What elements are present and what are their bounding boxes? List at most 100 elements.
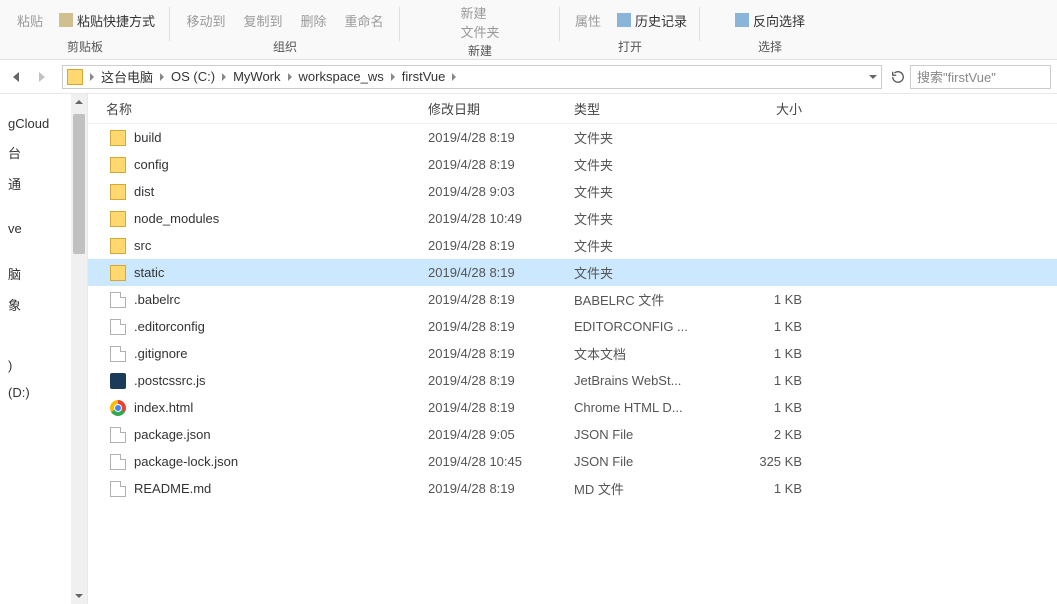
file-name: package.json (134, 427, 211, 442)
file-type: 文件夹 (564, 128, 712, 147)
folder-icon (110, 238, 126, 254)
sidebar: gCloud台通ve脑象)(D:) (0, 94, 88, 604)
breadcrumb-chevron[interactable] (219, 69, 229, 84)
breadcrumb-chevron[interactable] (87, 69, 97, 84)
file-size: 325 KB (712, 454, 812, 469)
new-folder-button[interactable]: 新建 文件夹 (454, 1, 505, 43)
table-row[interactable]: index.html2019/4/28 8:19Chrome HTML D...… (88, 394, 1057, 421)
file-icon (110, 319, 126, 335)
table-row[interactable]: build2019/4/28 8:19文件夹 (88, 124, 1057, 151)
rename-button[interactable]: 重命名 (339, 9, 390, 32)
file-type: 文件夹 (564, 182, 712, 201)
file-name: .postcssrc.js (134, 373, 206, 388)
paste-button[interactable]: 粘贴 (11, 9, 49, 32)
paste-shortcut-button[interactable]: 粘贴快捷方式 (55, 10, 159, 31)
refresh-icon (891, 70, 905, 84)
table-row[interactable]: src2019/4/28 8:19文件夹 (88, 232, 1057, 259)
file-type: 文本文档 (564, 344, 712, 363)
table-row[interactable]: dist2019/4/28 9:03文件夹 (88, 178, 1057, 205)
breadcrumb-segment[interactable]: OS (C:) (167, 69, 219, 84)
table-row[interactable]: static2019/4/28 8:19文件夹 (88, 259, 1057, 286)
folder-icon (110, 130, 126, 146)
scrollbar-thumb[interactable] (73, 114, 85, 254)
address-dropdown-icon[interactable] (869, 75, 877, 79)
folder-icon (110, 184, 126, 200)
file-type: 文件夹 (564, 155, 712, 174)
breadcrumb-chevron[interactable] (388, 69, 398, 84)
forward-button[interactable] (30, 65, 54, 89)
table-row[interactable]: config2019/4/28 8:19文件夹 (88, 151, 1057, 178)
file-icon (110, 481, 126, 497)
breadcrumb-segment[interactable]: workspace_ws (295, 69, 388, 84)
ribbon-group-label: 剪贴板 (67, 38, 103, 55)
column-type[interactable]: 类型 (564, 94, 712, 123)
file-name: README.md (134, 481, 211, 496)
table-row[interactable]: package-lock.json 2019/4/28 10:45JSON Fil… (88, 448, 1057, 475)
properties-button[interactable]: 属性 (569, 9, 607, 32)
ribbon: 粘贴 粘贴快捷方式 剪贴板 移动到 复制到 删除 重命名 组织 新建 文件夹 新… (0, 0, 1057, 60)
ribbon-group-label: 新建 (468, 42, 492, 59)
ribbon-group-label: 选择 (758, 38, 782, 55)
file-date: 2019/4/28 10:45 (418, 454, 564, 469)
file-size: 2 KB (712, 427, 812, 442)
table-row[interactable]: .gitignore2019/4/28 8:19文本文档1 KB (88, 340, 1057, 367)
breadcrumb-chevron[interactable] (285, 69, 295, 84)
file-date: 2019/4/28 8:19 (418, 346, 564, 361)
file-type: 文件夹 (564, 209, 712, 228)
ribbon-group-label: 组织 (273, 38, 297, 55)
history-button[interactable]: 历史记录 (613, 10, 691, 31)
file-date: 2019/4/28 8:19 (418, 400, 564, 415)
table-row[interactable]: .editorconfig 2019/4/28 8:19EDITORCONFIG … (88, 313, 1057, 340)
folder-icon (110, 265, 126, 281)
table-row[interactable]: README.md2019/4/28 8:19MD 文件1 KB (88, 475, 1057, 502)
file-icon (110, 346, 126, 362)
breadcrumb-segment[interactable]: firstVue (398, 69, 450, 84)
breadcrumb-segment[interactable]: MyWork (229, 69, 284, 84)
breadcrumb-segment[interactable]: 这台电脑 (97, 67, 157, 86)
file-name: node_modules (134, 211, 219, 226)
file-date: 2019/4/28 8:19 (418, 373, 564, 388)
breadcrumb-chevron[interactable] (449, 69, 459, 84)
search-placeholder: 搜索"firstVue" (917, 67, 996, 86)
file-type: JSON File (564, 454, 712, 469)
scroll-down-icon (75, 594, 83, 598)
file-name: dist (134, 184, 154, 199)
table-row[interactable]: .postcssrc.js2019/4/28 8:19JetBrains Web… (88, 367, 1057, 394)
column-headers: 名称 修改日期 类型 大小 (88, 94, 1057, 124)
folder-icon (110, 157, 126, 173)
file-name: index.html (134, 400, 193, 415)
refresh-button[interactable] (886, 65, 910, 89)
ribbon-group-label: 打开 (618, 38, 642, 55)
sidebar-scrollbar[interactable] (71, 94, 87, 604)
file-name: package-lock.json (134, 454, 238, 469)
invert-select-button[interactable]: 反向选择 (731, 10, 809, 31)
move-to-button[interactable]: 移动到 (180, 9, 231, 32)
search-input[interactable]: 搜索"firstVue" (910, 65, 1051, 89)
file-name: .gitignore (134, 346, 187, 361)
breadcrumb-chevron[interactable] (157, 69, 167, 84)
back-button[interactable] (4, 65, 28, 89)
column-size[interactable]: 大小 (712, 94, 812, 123)
chrome-icon (110, 400, 126, 416)
file-name: .editorconfig (134, 319, 205, 334)
arrow-left-icon (13, 72, 19, 82)
address-bar[interactable]: 这台电脑 OS (C:) MyWork workspace_ws firstVue (62, 65, 882, 89)
shortcut-icon (59, 13, 73, 27)
column-date[interactable]: 修改日期 (418, 94, 564, 123)
folder-icon (110, 211, 126, 227)
column-name[interactable]: 名称 (88, 94, 418, 123)
file-size: 1 KB (712, 373, 812, 388)
file-size: 1 KB (712, 292, 812, 307)
file-icon (110, 454, 126, 470)
file-type: 文件夹 (564, 263, 712, 282)
file-icon (110, 292, 126, 308)
file-date: 2019/4/28 8:19 (418, 319, 564, 334)
table-row[interactable]: package.json2019/4/28 9:05JSON File2 KB (88, 421, 1057, 448)
file-type: EDITORCONFIG ... (564, 319, 712, 334)
copy-to-button[interactable]: 复制到 (237, 9, 288, 32)
table-row[interactable]: .babelrc2019/4/28 8:19BABELRC 文件1 KB (88, 286, 1057, 313)
file-size: 1 KB (712, 481, 812, 496)
file-icon (110, 427, 126, 443)
table-row[interactable]: node_modules2019/4/28 10:49文件夹 (88, 205, 1057, 232)
delete-button[interactable]: 删除 (295, 9, 333, 32)
